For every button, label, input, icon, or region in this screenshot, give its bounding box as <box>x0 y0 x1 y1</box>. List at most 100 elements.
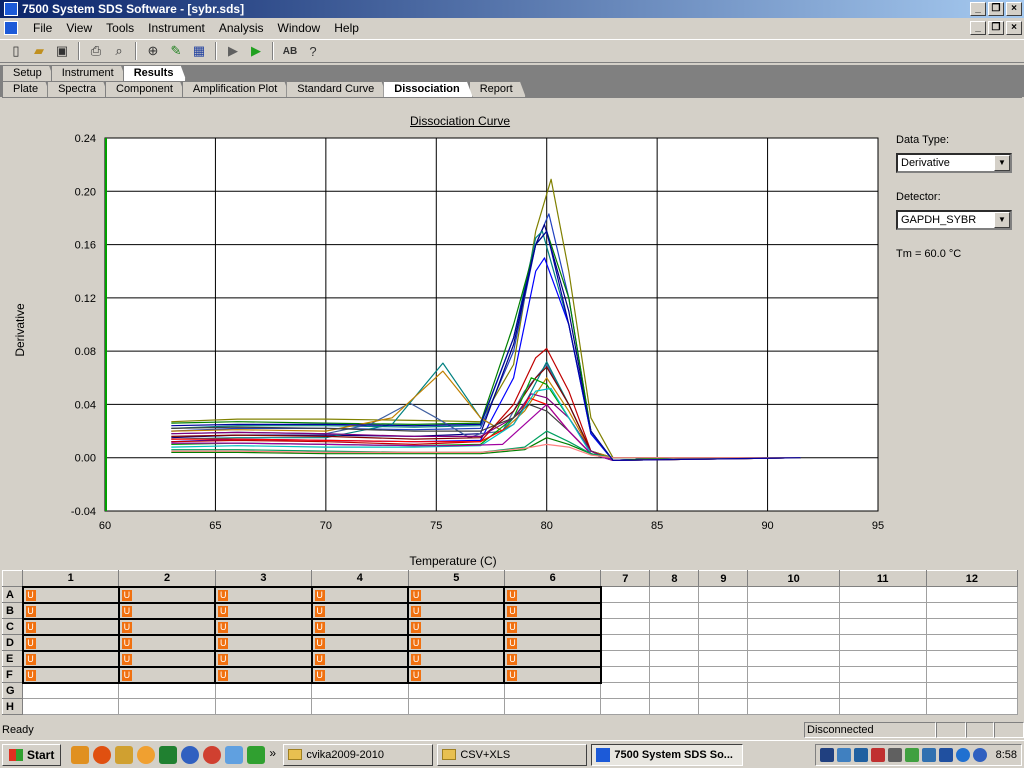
plate-well[interactable]: U <box>503 665 602 684</box>
tray-icon[interactable] <box>836 748 851 762</box>
plate-well[interactable]: U <box>214 665 313 684</box>
task-csv-xls[interactable]: CSV+XLS <box>437 743 588 766</box>
plate-well[interactable] <box>600 682 651 699</box>
plate-well[interactable] <box>21 698 120 715</box>
plate-well[interactable] <box>311 698 409 715</box>
plate-well[interactable] <box>838 634 927 651</box>
plate-column-header[interactable]: 4 <box>311 570 409 587</box>
plate-well[interactable] <box>838 698 927 715</box>
plate-well[interactable] <box>925 586 1019 603</box>
plate-well[interactable]: U <box>21 633 120 652</box>
plate-well[interactable] <box>118 682 216 699</box>
plate-well[interactable] <box>600 650 651 667</box>
plate-well[interactable]: U <box>117 649 217 668</box>
plate-well[interactable] <box>698 666 749 683</box>
plate-column-header[interactable]: 9 <box>698 570 749 587</box>
plate-well[interactable] <box>838 586 927 603</box>
plate-well[interactable] <box>925 602 1019 619</box>
tray-icon[interactable] <box>904 748 919 762</box>
tab-results[interactable]: Results <box>123 65 187 81</box>
plate-well[interactable] <box>407 682 505 699</box>
plate-well[interactable]: U <box>117 633 217 652</box>
plate-well[interactable] <box>925 682 1019 699</box>
tray-icon[interactable] <box>853 748 868 762</box>
plate-well[interactable] <box>698 602 749 619</box>
plate-well[interactable] <box>925 634 1019 651</box>
quicklaunch-icon[interactable] <box>181 745 200 764</box>
plate-column-header[interactable]: 6 <box>503 570 602 587</box>
plate-well[interactable]: U <box>503 617 602 636</box>
tray-icon[interactable] <box>972 748 987 762</box>
task-cvika[interactable]: cvika2009-2010 <box>283 743 434 766</box>
plate-well[interactable] <box>925 650 1019 667</box>
firefox-icon[interactable] <box>93 745 112 764</box>
quicklaunch-icon[interactable] <box>137 745 156 764</box>
plate-well[interactable]: U <box>310 617 410 636</box>
plate-column-header[interactable]: 10 <box>747 570 840 587</box>
plate-well[interactable]: U <box>117 585 217 604</box>
plate-well[interactable] <box>838 618 927 635</box>
plate-well[interactable] <box>649 698 700 715</box>
plate-row-header[interactable]: E <box>2 650 23 667</box>
plate-well[interactable] <box>747 682 840 699</box>
plate-well[interactable]: U <box>21 617 120 636</box>
plate-column-header[interactable]: 3 <box>214 570 313 587</box>
plate-well[interactable]: U <box>117 617 217 636</box>
plate-column-header[interactable]: 5 <box>407 570 505 587</box>
plate-row-header[interactable]: D <box>2 634 23 651</box>
plate-well[interactable] <box>118 698 216 715</box>
plate-well[interactable]: U <box>117 665 217 684</box>
plate-well[interactable] <box>747 634 840 651</box>
tray-icon[interactable] <box>921 748 936 762</box>
plate-well[interactable] <box>747 618 840 635</box>
plate-column-header[interactable]: 2 <box>118 570 216 587</box>
plate-well[interactable]: U <box>407 649 506 668</box>
plate-well[interactable]: U <box>310 601 410 620</box>
plate-column-header[interactable]: 1 <box>21 570 120 587</box>
plate-well[interactable]: U <box>407 601 506 620</box>
plate-well[interactable] <box>600 602 651 619</box>
plate-well[interactable] <box>747 602 840 619</box>
plate-well[interactable] <box>503 698 602 715</box>
plate-well[interactable]: U <box>407 665 506 684</box>
plate-well[interactable]: U <box>407 633 506 652</box>
plate-well[interactable] <box>503 682 602 699</box>
plate-well[interactable] <box>698 698 749 715</box>
plate-well[interactable] <box>747 586 840 603</box>
plate-well[interactable]: U <box>214 633 313 652</box>
plate-well[interactable]: U <box>310 585 410 604</box>
plate-well[interactable] <box>747 650 840 667</box>
plate-well[interactable] <box>698 618 749 635</box>
plate-well[interactable] <box>925 698 1019 715</box>
plate-well[interactable]: U <box>214 649 313 668</box>
plate-well[interactable] <box>838 602 927 619</box>
data-type-select[interactable]: Derivative ▼ <box>896 153 1012 173</box>
plate-row-header[interactable]: H <box>2 698 23 715</box>
plate-well[interactable]: U <box>503 649 602 668</box>
plate-well[interactable]: U <box>310 665 410 684</box>
plate-well[interactable] <box>747 666 840 683</box>
tray-icon[interactable] <box>938 748 953 762</box>
plate-well[interactable]: U <box>21 649 120 668</box>
plate-column-header[interactable]: 8 <box>649 570 700 587</box>
plate-well[interactable]: U <box>21 665 120 684</box>
tray-icon[interactable] <box>819 748 834 762</box>
plate-row-header[interactable]: B <box>2 602 23 619</box>
plate-well[interactable] <box>925 666 1019 683</box>
quicklaunch-icon[interactable] <box>225 745 244 764</box>
plate-well[interactable]: U <box>310 633 410 652</box>
plate-well[interactable] <box>698 682 749 699</box>
plate-well[interactable]: U <box>214 585 313 604</box>
plate-column-header[interactable]: 12 <box>925 570 1019 587</box>
plate-well[interactable] <box>649 634 700 651</box>
plate-row-header[interactable]: F <box>2 666 23 683</box>
plate-well[interactable] <box>214 682 313 699</box>
plate-well[interactable] <box>649 618 700 635</box>
plate-well[interactable] <box>747 698 840 715</box>
plate-well[interactable]: U <box>503 585 602 604</box>
plate-well[interactable]: U <box>117 601 217 620</box>
plate-well[interactable] <box>311 682 409 699</box>
plate-well[interactable] <box>214 698 313 715</box>
plate-well[interactable] <box>600 698 651 715</box>
plate-well[interactable] <box>407 698 505 715</box>
